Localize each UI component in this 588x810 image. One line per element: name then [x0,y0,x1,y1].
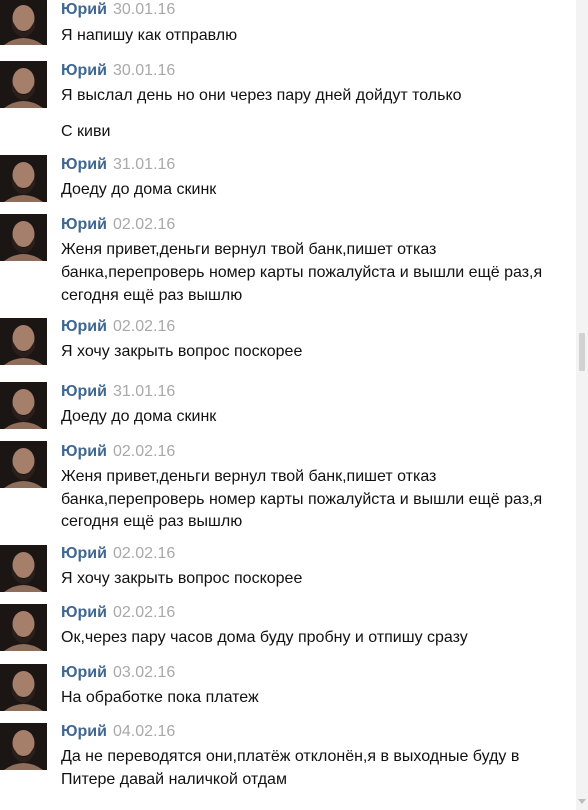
message-text-line: Доеду до дома скинк [61,408,217,425]
message-text-line: Питере давай наличкой отдам [61,771,287,788]
message-text-line: сегодня ещё раз вышлю [61,513,243,530]
message-date: 02.02.16 [112,443,176,460]
author-name[interactable]: Юрий [61,318,107,335]
message-author[interactable]: Юрий 02.02.16 [61,545,175,563]
message-date: 30.01.16 [112,62,176,79]
message-text-line: На обработке пока платеж [61,689,259,706]
message-date: 02.02.16 [112,604,176,621]
bearded-man-avatar-icon[interactable] [0,214,47,261]
message-text-line: Я хочу закрыть вопрос поскорее [61,343,303,360]
message-text-line: Ок,через пару часов дома буду пробну и о… [61,629,468,646]
bearded-man-avatar-icon[interactable] [0,664,47,711]
message-date: 04.02.16 [112,723,176,740]
scrollbar-thumb[interactable] [579,333,585,371]
message-date: 03.02.16 [112,664,176,681]
author-name[interactable]: Юрий [61,216,107,233]
author-name[interactable]: Юрий [61,1,107,18]
message-author[interactable]: Юрий 02.02.16 [61,443,175,461]
message-author[interactable]: Юрий 03.02.16 [61,664,175,682]
message-date: 02.02.16 [112,545,176,562]
author-name[interactable]: Юрий [61,545,107,562]
message-author[interactable]: Юрий 30.01.16 [61,62,175,80]
bearded-man-avatar-icon[interactable] [0,382,47,429]
message-date: 31.01.16 [112,156,176,173]
message-author[interactable]: Юрий 30.01.16 [61,1,175,19]
message-author[interactable]: Юрий 02.02.16 [61,318,175,336]
message-author[interactable]: Юрий 04.02.16 [61,723,175,741]
scroll-down-arrow-icon[interactable] [578,799,586,804]
author-name[interactable]: Юрий [61,723,107,740]
message-history: Юрий 30.01.16 Я напишу как отправлю Юрий 3… [0,0,576,810]
author-name[interactable]: Юрий [61,62,107,79]
message-text-line: Доеду до дома скинк [61,181,217,198]
vertical-scrollbar[interactable] [576,0,588,810]
message-author[interactable]: Юрий 31.01.16 [61,383,175,401]
message-date: 02.02.16 [112,318,176,335]
message-author[interactable]: Юрий 02.02.16 [61,604,175,622]
message-text-line: С киви [61,123,111,140]
bearded-man-avatar-icon[interactable] [0,61,47,108]
bearded-man-avatar-icon[interactable] [0,0,47,45]
bearded-man-avatar-icon[interactable] [0,604,47,651]
message-date: 30.01.16 [112,1,176,18]
message-author[interactable]: Юрий 02.02.16 [61,216,175,234]
author-name[interactable]: Юрий [61,664,107,681]
bearded-man-avatar-icon[interactable] [0,441,47,488]
message-text-line: сегодня ещё раз вышлю [61,287,243,304]
bearded-man-avatar-icon[interactable] [0,155,47,202]
message-text-line: Я напишу как отправлю [61,27,238,44]
message-text-line: Я выслал день но они через пару дней дой… [61,87,462,104]
bearded-man-avatar-icon[interactable] [0,545,47,592]
message-date: 02.02.16 [112,216,176,233]
message-text-line: Я хочу закрыть вопрос поскорее [61,570,303,587]
message-date: 31.01.16 [112,383,176,400]
message-author[interactable]: Юрий 31.01.16 [61,156,175,174]
bearded-man-avatar-icon[interactable] [0,723,47,770]
author-name[interactable]: Юрий [61,156,107,173]
author-name[interactable]: Юрий [61,443,107,460]
bearded-man-avatar-icon[interactable] [0,318,47,365]
author-name[interactable]: Юрий [61,604,107,621]
author-name[interactable]: Юрий [61,383,107,400]
